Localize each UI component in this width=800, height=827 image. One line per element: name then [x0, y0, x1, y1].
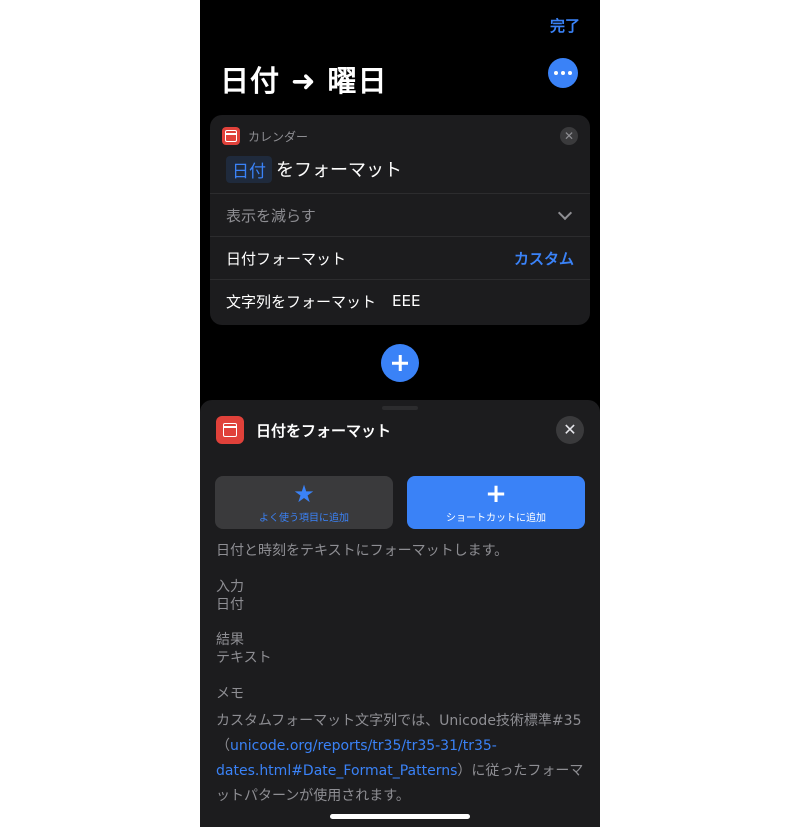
close-sheet-button[interactable]: ✕ — [556, 416, 584, 444]
ellipsis-icon — [568, 71, 572, 75]
add-to-favorites-label: よく使う項目に追加 — [259, 513, 349, 524]
memo-label: メモ — [216, 686, 244, 702]
sheet-grabber[interactable] — [382, 406, 418, 410]
calendar-icon — [222, 127, 240, 145]
calendar-icon — [216, 416, 244, 444]
more-button[interactable] — [548, 58, 578, 88]
add-to-shortcut-button[interactable]: + ショートカットに追加 — [407, 476, 585, 529]
ellipsis-icon — [561, 71, 565, 75]
format-string-field[interactable]: EEE — [392, 292, 420, 310]
format-string-label: 文字列をフォーマット — [226, 292, 377, 311]
date-format-label: 日付フォーマット — [226, 249, 347, 268]
date-format-row[interactable]: 日付フォーマット カスタム — [210, 236, 590, 279]
plus-icon: + — [485, 479, 507, 509]
show-less-label: 表示を減らす — [226, 206, 316, 225]
unicode-link[interactable]: unicode.org/reports/tr35/tr35-31/tr35-da… — [216, 738, 497, 779]
add-to-shortcut-label: ショートカットに追加 — [446, 513, 546, 524]
star-icon: ★ — [293, 480, 315, 508]
ellipsis-icon — [554, 71, 558, 75]
action-description: 日付と時刻をテキストにフォーマットします。 — [216, 543, 509, 559]
input-value: 日付 — [216, 597, 244, 613]
sheet-title: 日付をフォーマット — [256, 422, 392, 440]
action-line: 日付 をフォーマット — [226, 155, 402, 183]
memo-body: カスタムフォーマット文字列では、Unicode技術標準#35（unicode.o… — [216, 709, 584, 809]
done-button[interactable]: 完了 — [550, 15, 580, 36]
date-format-value[interactable]: カスタム — [514, 248, 574, 269]
input-label: 入力 — [216, 579, 244, 595]
add-action-button[interactable] — [381, 344, 419, 382]
action-info-sheet: 日付をフォーマット ✕ ★ よく使う項目に追加 + ショートカットに追加 日付と… — [200, 400, 600, 827]
page-title: 日付 ➜ 曜日 — [220, 64, 388, 98]
remove-action-button[interactable]: ✕ — [560, 127, 578, 145]
format-date-action-card: カレンダー ✕ 日付 をフォーマット 表示を減らす 日付フォーマット カスタム … — [210, 115, 590, 325]
add-to-favorites-button[interactable]: ★ よく使う項目に追加 — [215, 476, 393, 529]
phone-screen: 完了 日付 ➜ 曜日 カレンダー ✕ 日付 をフォーマット 表示を減らす 日付フ… — [200, 0, 600, 827]
app-name: カレンダー — [248, 130, 309, 144]
result-label: 結果 — [216, 632, 244, 648]
chevron-down-icon — [557, 205, 573, 220]
action-text: をフォーマット — [276, 160, 402, 181]
result-value: テキスト — [216, 650, 272, 666]
show-less-row[interactable]: 表示を減らす — [210, 193, 590, 236]
format-string-row[interactable]: 文字列をフォーマット EEE — [210, 279, 590, 322]
home-indicator[interactable] — [330, 814, 470, 819]
date-variable-token[interactable]: 日付 — [226, 155, 272, 183]
